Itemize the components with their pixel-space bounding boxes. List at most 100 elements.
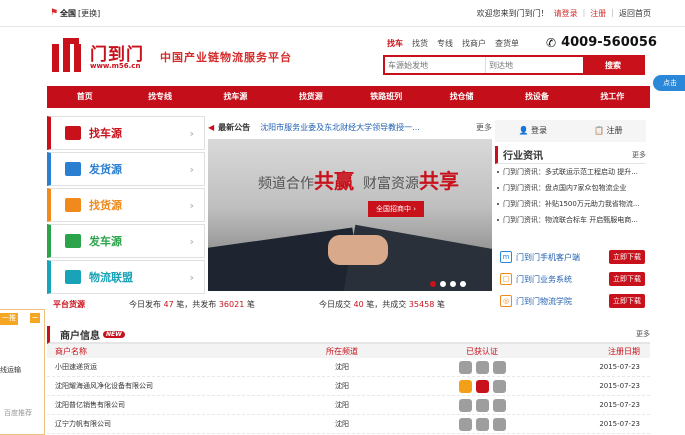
search-button[interactable]: 搜索 [583,57,643,73]
academy-icon: ◎ [500,295,512,307]
register-button[interactable]: 📋 注册 [571,120,647,142]
industry-news: 行业资讯 更多 门到门资讯：多式联运示范工程启动 提升... 门到门资讯：盘点国… [495,146,646,228]
chevron-right-icon: › [189,270,194,284]
platform-stats: 平台货源 今日发布 47 笔，共发布 36021 笔 今日成交 40 笔，共成交… [47,296,493,312]
table-row: 辽宁力帆有限公司 沈阳 2015-07-23 [47,415,650,434]
nav-home[interactable]: 首页 [47,86,122,108]
location-selector[interactable]: ⚑ 全国 [更换] [50,8,100,19]
cert-badge-icon [492,360,506,374]
banner-cta-button[interactable]: 全国招商中 › [368,201,425,217]
search-tab-trucks[interactable]: 找车 [387,38,403,49]
change-location-link[interactable]: [更换] [78,8,100,19]
search-tab-waybill[interactable]: 查货单 [495,38,519,49]
banner-text: 财富资源共享 [363,169,459,193]
news-item[interactable]: 门到门资讯：盘点国内7家众包物流企业 [495,180,646,196]
download-button[interactable]: 立即下载 [609,272,645,286]
merchant-name[interactable]: 辽宁力帆有限公司 [47,419,267,429]
category-alliance[interactable]: 物流联盟 › [47,260,205,294]
news-item[interactable]: 门到门资讯：多式联运示范工程启动 提升... [495,164,646,180]
download-academy: ◎ 门到门物流学院 立即下载 [500,293,645,309]
nav-lines[interactable]: 找专线 [122,86,197,108]
download-label[interactable]: 门到门业务系统 [516,274,572,285]
chevron-right-icon: › [189,234,194,248]
carousel-dot[interactable] [450,281,456,287]
welcome-text: 欢迎您来到门到门！ [476,9,549,18]
login-link[interactable]: 请登录 [554,8,578,19]
cert-badge-icon [475,417,489,431]
download-button[interactable]: 立即下载 [609,294,645,308]
register-link[interactable]: 注册 [590,8,606,19]
location-name: 全国 [60,9,76,18]
merchant-date: 2015-07-23 [599,382,640,390]
close-icon[interactable]: − [30,313,40,323]
announcement-link[interactable]: 沈阳市服务业委及东北财经大学领导教授一... [260,122,450,133]
category-post-cargo[interactable]: 发货源 › [47,152,205,186]
nav-rail[interactable]: 铁路班列 [349,86,424,108]
column-header: 注册日期 [608,346,640,356]
column-header: 商户名称 [55,346,87,356]
merchant-name[interactable]: 沈阳耀海通风净化设备有限公司 [47,381,267,391]
nav-cargo[interactable]: 找货源 [273,86,348,108]
carousel-dots [430,281,466,287]
cert-badge-icon [458,398,472,412]
nav-equipment[interactable]: 找设备 [499,86,574,108]
carousel-dot[interactable] [460,281,466,287]
news-more-link[interactable]: 更多 [632,150,646,160]
carousel-dot[interactable] [430,281,436,287]
category-post-trucks[interactable]: 发车源 › [47,224,205,258]
carousel-dot[interactable] [440,281,446,287]
cert-badge-icon [475,379,489,393]
news-item[interactable]: 门到门资讯：补贴1500万元助力我省物流... [495,196,646,212]
hotline: ✆ 4009-560056 [546,35,657,50]
people-icon [65,270,81,284]
publish-stats: 今日发布 47 笔，共发布 36021 笔 [129,299,255,309]
merchant-date: 2015-07-23 [599,420,640,428]
divider: | [582,8,586,17]
top-bar: ⚑ 全国 [更换] 欢迎您来到门到门！ 请登录 | 注册 | 返回首页 [0,0,685,27]
user-links: 欢迎您来到门到门！ 请登录 | 注册 | 返回首页 [477,8,651,19]
merchant-date: 2015-07-23 [599,363,640,371]
table-header: 商户名称 所在频道 已获认证 注册日期 [47,344,650,358]
category-find-cargo[interactable]: 找货源 › [47,188,205,222]
merchant-channel: 沈阳 [335,420,349,428]
merchant-header: 商户信息 NEW 更多 [47,326,650,344]
nav-jobs[interactable]: 找工作 [575,86,650,108]
float-panel-text: 线运输 [0,366,21,374]
download-label[interactable]: 门到门手机客户端 [516,252,580,263]
cert-badge-icon [458,417,472,431]
search-tab-cargo[interactable]: 找货 [412,38,428,49]
merchant-name[interactable]: 沈阳普亿销售有限公司 [47,400,267,410]
float-panel-tab[interactable]: 一推 [0,313,18,325]
news-item[interactable]: 门到门资讯：物流联合标车 开启甄服电商... [495,212,646,228]
download-button[interactable]: 立即下载 [609,250,645,264]
merchant-title: 商户信息 [60,330,100,342]
nav-storage[interactable]: 找仓储 [424,86,499,108]
promo-banner[interactable]: 频道合作共赢 财富资源共享 全国招商中 › [208,139,492,291]
search-bar: 搜索 [383,55,645,75]
announcement-more-link[interactable]: 更多 [476,122,492,133]
cert-badge-icon [458,360,472,374]
search-tab-merchants[interactable]: 找商户 [462,38,486,49]
home-link[interactable]: 返回首页 [619,8,651,19]
category-find-trucks[interactable]: 找车源 › [47,116,205,150]
chevron-right-icon: › [189,198,194,212]
login-button[interactable]: 👤 登录 [495,120,571,142]
left-float-panel: 一推 − 线运输 百度推荐 [0,309,45,435]
download-label[interactable]: 门到门物流学院 [516,296,572,307]
side-float-button[interactable]: 点击 [653,75,685,91]
news-title: 行业资讯 [503,151,543,162]
destination-input[interactable] [486,57,583,73]
download-app: m 门到门手机客户端 立即下载 [500,249,645,265]
column-header: 所在频道 [326,346,358,356]
cert-badge-icon [492,379,506,393]
certifications [417,417,547,431]
nav-trucks[interactable]: 找车源 [198,86,273,108]
category-label: 发货源 [89,163,122,176]
table-row: 沈阳普亿销售有限公司 沈阳 2015-07-23 [47,396,650,415]
search-tab-lines[interactable]: 专线 [437,38,453,49]
deal-stats: 今日成交 40 笔，共成交 35458 笔 [319,299,445,309]
column-header: 已获认证 [466,346,498,356]
origin-input[interactable] [385,57,486,73]
merchant-name[interactable]: 小田速递货运 [47,362,267,372]
merchant-more-link[interactable]: 更多 [636,329,650,339]
